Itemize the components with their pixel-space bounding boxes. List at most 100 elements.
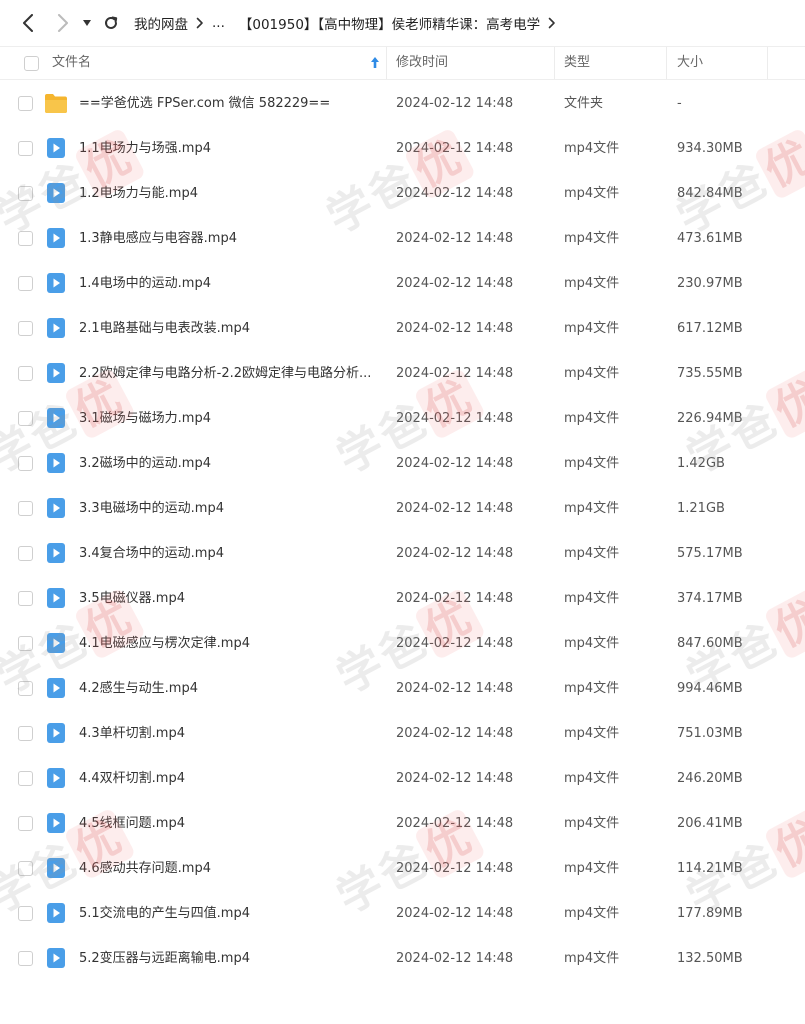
file-name[interactable]: 5.2变压器与远距离输电.mp4	[79, 936, 379, 981]
file-name[interactable]: 1.2电场力与能.mp4	[79, 171, 379, 216]
select-all-checkbox[interactable]	[24, 56, 39, 71]
table-row[interactable]: 5.2变压器与远距离输电.mp4 2024-02-12 14:48 mp4文件 132…	[0, 936, 805, 981]
video-file-icon	[44, 362, 68, 384]
file-size: 246.20MB	[677, 771, 743, 786]
file-name[interactable]: 2.1电路基础与电表改装.mp4	[79, 306, 379, 351]
file-type: mp4文件	[564, 231, 620, 246]
refresh-icon	[105, 16, 118, 29]
file-name[interactable]: 3.3电磁场中的运动.mp4	[79, 486, 379, 531]
table-row[interactable]: 3.3电磁场中的运动.mp4 2024-02-12 14:48 mp4文件 1.21G…	[0, 486, 805, 531]
table-row[interactable]: 4.5线框问题.mp4 2024-02-12 14:48 mp4文件 206.41MB	[0, 801, 805, 846]
file-size: 206.41MB	[677, 816, 743, 831]
file-modified-time: 2024-02-12 14:48	[396, 231, 514, 246]
row-checkbox[interactable]	[18, 591, 33, 606]
file-modified-time: 2024-02-12 14:48	[396, 411, 514, 426]
file-name[interactable]: 3.5电磁仪器.mp4	[79, 576, 379, 621]
file-modified-time: 2024-02-12 14:48	[396, 816, 514, 831]
file-size: 735.55MB	[677, 366, 743, 381]
file-name[interactable]: 4.6感动共存问题.mp4	[79, 846, 379, 891]
column-header-name[interactable]: 文件名	[52, 47, 91, 79]
table-row[interactable]: 4.6感动共存问题.mp4 2024-02-12 14:48 mp4文件 114.21…	[0, 846, 805, 891]
row-checkbox[interactable]	[18, 141, 33, 156]
row-checkbox[interactable]	[18, 771, 33, 786]
file-name[interactable]: 3.4复合场中的运动.mp4	[79, 531, 379, 576]
file-name[interactable]: 2.2欧姆定律与电路分析-2.2欧姆定律与电路分析...	[79, 351, 379, 396]
table-row[interactable]: 2.1电路基础与电表改装.mp4 2024-02-12 14:48 mp4文件 617…	[0, 306, 805, 351]
table-row[interactable]: 4.4双杆切割.mp4 2024-02-12 14:48 mp4文件 246.20MB	[0, 756, 805, 801]
row-checkbox[interactable]	[18, 186, 33, 201]
row-checkbox[interactable]	[18, 726, 33, 741]
file-name[interactable]: 4.4双杆切割.mp4	[79, 756, 379, 801]
row-checkbox[interactable]	[18, 366, 33, 381]
back-button[interactable]	[15, 10, 41, 36]
history-dropdown-button[interactable]	[78, 10, 96, 36]
row-checkbox[interactable]	[18, 456, 33, 471]
table-row[interactable]: 1.3静电感应与电容器.mp4 2024-02-12 14:48 mp4文件 473.…	[0, 216, 805, 261]
row-checkbox[interactable]	[18, 816, 33, 831]
file-modified-time: 2024-02-12 14:48	[396, 456, 514, 471]
table-row[interactable]: 4.3单杆切割.mp4 2024-02-12 14:48 mp4文件 751.03MB	[0, 711, 805, 756]
table-row[interactable]: 1.1电场力与场强.mp4 2024-02-12 14:48 mp4文件 934.30…	[0, 126, 805, 171]
file-modified-time: 2024-02-12 14:48	[396, 591, 514, 606]
file-name[interactable]: 3.1磁场与磁场力.mp4	[79, 396, 379, 441]
table-row[interactable]: 4.2感生与动生.mp4 2024-02-12 14:48 mp4文件 994.46M…	[0, 666, 805, 711]
file-name[interactable]: 5.1交流电的产生与四值.mp4	[79, 891, 379, 936]
table-row[interactable]: 5.1交流电的产生与四值.mp4 2024-02-12 14:48 mp4文件 177…	[0, 891, 805, 936]
file-name[interactable]: 4.1电磁感应与楞次定律.mp4	[79, 621, 379, 666]
row-checkbox[interactable]	[18, 411, 33, 426]
column-divider[interactable]	[767, 47, 768, 79]
file-name[interactable]: 4.3单杆切割.mp4	[79, 711, 379, 756]
row-checkbox[interactable]	[18, 681, 33, 696]
sort-ascending-arrow-icon[interactable]	[370, 56, 380, 73]
table-row[interactable]: 3.1磁场与磁场力.mp4 2024-02-12 14:48 mp4文件 226.94…	[0, 396, 805, 441]
row-checkbox[interactable]	[18, 501, 33, 516]
file-name[interactable]: 4.2感生与动生.mp4	[79, 666, 379, 711]
table-row[interactable]: 1.2电场力与能.mp4 2024-02-12 14:48 mp4文件 842.84M…	[0, 171, 805, 216]
video-file-icon	[44, 182, 68, 204]
video-file-icon	[44, 272, 68, 294]
column-header-modified[interactable]: 修改时间	[396, 47, 448, 79]
arrow-left-icon	[23, 14, 33, 32]
breadcrumb-item-current[interactable]: 【001950】【高中物理】侯老师精华课：高考电学	[239, 13, 540, 33]
file-size: 473.61MB	[677, 231, 743, 246]
row-checkbox[interactable]	[18, 231, 33, 246]
video-file-icon	[44, 857, 68, 879]
file-name[interactable]: 1.4电场中的运动.mp4	[79, 261, 379, 306]
table-row[interactable]: ==学爸优选 FPSer.com 微信 582229== 2024-02-12 1…	[0, 81, 805, 126]
file-name[interactable]: 1.1电场力与场强.mp4	[79, 126, 379, 171]
navigation-bar: 我的网盘 ... 【001950】【高中物理】侯老师精华课：高考电学	[0, 0, 805, 46]
table-row[interactable]: 4.1电磁感应与楞次定律.mp4 2024-02-12 14:48 mp4文件 847…	[0, 621, 805, 666]
video-file-icon	[44, 587, 68, 609]
file-type: mp4文件	[564, 546, 620, 561]
column-divider[interactable]	[554, 47, 555, 79]
chevron-right-icon[interactable]	[548, 17, 556, 29]
file-name[interactable]: 3.2磁场中的运动.mp4	[79, 441, 379, 486]
row-checkbox[interactable]	[18, 321, 33, 336]
table-row[interactable]: 1.4电场中的运动.mp4 2024-02-12 14:48 mp4文件 230.97…	[0, 261, 805, 306]
row-checkbox[interactable]	[18, 96, 33, 111]
file-name[interactable]: ==学爸优选 FPSer.com 微信 582229==	[79, 81, 379, 126]
table-row[interactable]: 3.5电磁仪器.mp4 2024-02-12 14:48 mp4文件 374.17MB	[0, 576, 805, 621]
row-checkbox[interactable]	[18, 906, 33, 921]
file-name[interactable]: 4.5线框问题.mp4	[79, 801, 379, 846]
column-divider[interactable]	[386, 47, 387, 79]
column-header-type[interactable]: 类型	[564, 47, 590, 79]
table-row[interactable]: 3.2磁场中的运动.mp4 2024-02-12 14:48 mp4文件 1.42GB	[0, 441, 805, 486]
file-type: mp4文件	[564, 141, 620, 156]
file-type: mp4文件	[564, 366, 620, 381]
column-header-size[interactable]: 大小	[677, 47, 703, 79]
row-checkbox[interactable]	[18, 636, 33, 651]
row-checkbox[interactable]	[18, 951, 33, 966]
breadcrumb-item-ellipsis[interactable]: ...	[212, 15, 225, 31]
refresh-button[interactable]	[98, 10, 124, 36]
column-divider[interactable]	[666, 47, 667, 79]
table-row[interactable]: 3.4复合场中的运动.mp4 2024-02-12 14:48 mp4文件 575.1…	[0, 531, 805, 576]
row-checkbox[interactable]	[18, 546, 33, 561]
file-name[interactable]: 1.3静电感应与电容器.mp4	[79, 216, 379, 261]
table-row[interactable]: 2.2欧姆定律与电路分析-2.2欧姆定律与电路分析... 2024-02-12 1…	[0, 351, 805, 396]
forward-button[interactable]	[50, 10, 76, 36]
row-checkbox[interactable]	[18, 276, 33, 291]
row-checkbox[interactable]	[18, 861, 33, 876]
file-type: mp4文件	[564, 186, 620, 201]
breadcrumb-item-root[interactable]: 我的网盘	[134, 13, 188, 33]
